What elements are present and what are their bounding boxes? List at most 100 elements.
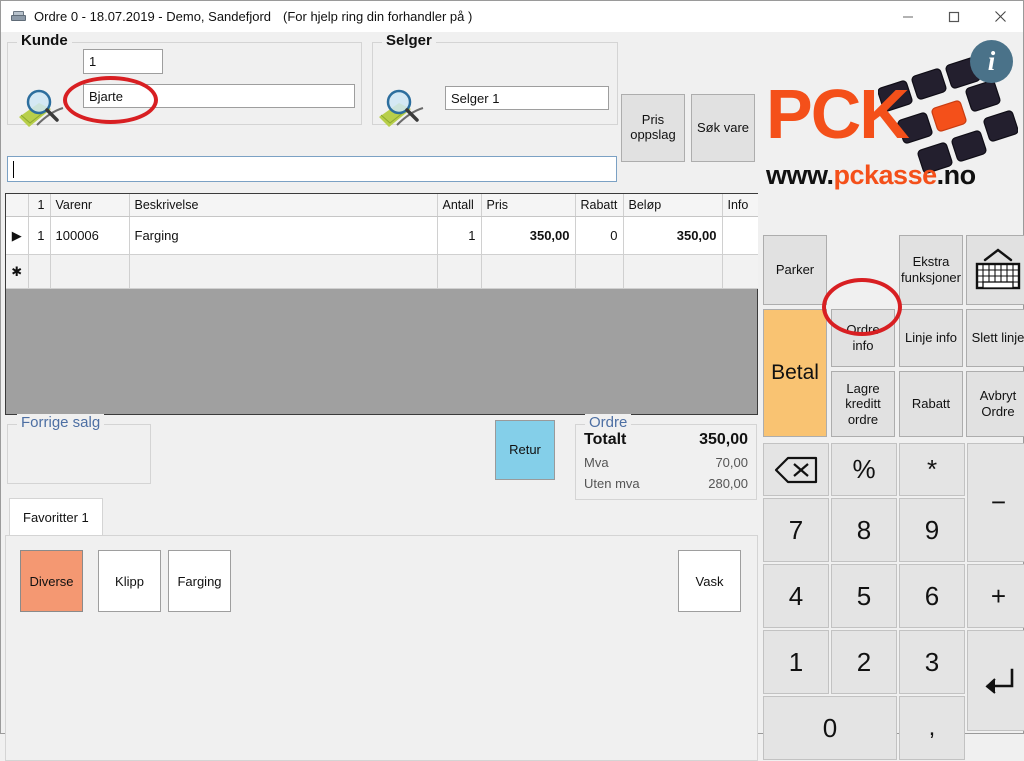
enter-icon	[984, 668, 1013, 694]
pris-oppslag-label-2: oppslag	[630, 127, 676, 142]
keyboard-button[interactable]	[966, 235, 1024, 305]
kunde-search-icon[interactable]	[15, 87, 67, 131]
info-icon[interactable]: i	[970, 40, 1013, 83]
betal-button[interactable]: Betal	[763, 309, 827, 437]
pris-oppslag-button[interactable]: Pris oppslag	[621, 94, 685, 162]
selger-legend: Selger	[382, 32, 436, 49]
new-cell-beskrivelse[interactable]	[129, 254, 438, 289]
percent-key[interactable]: %	[831, 443, 897, 496]
logo-url-www: www.	[766, 160, 834, 190]
slett-linje-button[interactable]: Slett linje	[966, 309, 1024, 367]
new-cell-varenr[interactable]	[50, 254, 130, 289]
ordre-total-value: 350,00	[699, 431, 748, 448]
grid-col-4[interactable]: Pris	[481, 194, 576, 217]
ekstra-funksjoner-button[interactable]: Ekstra funksjoner	[899, 235, 963, 305]
grid-col-6[interactable]: Beløp	[623, 194, 723, 217]
rabatt-button[interactable]: Rabatt	[899, 371, 963, 437]
minus-key[interactable]: −	[967, 443, 1024, 562]
window-help-text: (For hjelp ring din forhandler på )	[283, 9, 473, 24]
tab-favoritter-1[interactable]: Favoritter 1	[9, 498, 103, 536]
forrige-salg-group: Forrige salg	[7, 414, 151, 484]
sok-vare-button[interactable]: Søk vare	[691, 94, 755, 162]
asterisk-key[interactable]: *	[899, 443, 965, 496]
table-new-row[interactable]: ✱	[6, 254, 760, 289]
plus-key[interactable]: +	[967, 564, 1024, 628]
grid-col-1[interactable]: Varenr	[50, 194, 130, 217]
new-cell-antall[interactable]	[437, 254, 482, 289]
parker-button[interactable]: Parker	[763, 235, 827, 305]
table-row[interactable]: ▶ 1 100006 Farging 1 350,00 0 350,00	[6, 216, 760, 255]
cell-info[interactable]	[722, 216, 760, 255]
window-controls	[885, 1, 1023, 32]
selger-search-icon[interactable]	[375, 87, 427, 131]
enter-key[interactable]	[967, 630, 1024, 731]
backspace-key[interactable]	[763, 443, 829, 496]
favoritter-panel: Diverse Klipp Farging Vask	[5, 535, 758, 761]
key-6[interactable]: 6	[899, 564, 965, 628]
comma-key[interactable]: ,	[899, 696, 965, 760]
printer-icon	[11, 10, 27, 24]
left-panel: Kunde 1 Bjarte Selger Selger 1 Pris opps…	[1, 32, 760, 761]
app-window: Ordre 0 - 18.07.2019 - Demo, Sandefjord …	[0, 0, 1024, 761]
grid-col-0[interactable]: 1	[28, 194, 51, 217]
cell-beskrivelse[interactable]: Farging	[129, 216, 438, 255]
lagre-label-2: kreditt	[845, 396, 881, 412]
scan-input[interactable]	[7, 156, 617, 182]
order-lines-grid[interactable]: 1 Varenr Beskrivelse Antall Pris Rabatt …	[5, 193, 760, 415]
cell-belop[interactable]: 350,00	[623, 216, 723, 255]
title-bar: Ordre 0 - 18.07.2019 - Demo, Sandefjord …	[1, 1, 1023, 32]
ordre-utenmva-row: Uten mva 280,00	[584, 476, 748, 491]
grid-col-7[interactable]: Info	[722, 194, 760, 217]
favorite-button-klipp[interactable]: Klipp	[98, 550, 161, 612]
cell-varenr[interactable]: 100006	[50, 216, 130, 255]
favorite-button-diverse[interactable]: Diverse	[20, 550, 83, 612]
linje-info-button[interactable]: Linje info	[899, 309, 963, 367]
favorite-button-farging[interactable]: Farging	[168, 550, 231, 612]
selger-name-input[interactable]: Selger 1	[445, 86, 609, 110]
new-cell-rabatt[interactable]	[575, 254, 624, 289]
key-4[interactable]: 4	[763, 564, 829, 628]
text-caret	[13, 161, 14, 178]
key-5[interactable]: 5	[831, 564, 897, 628]
new-cell-info[interactable]	[722, 254, 760, 289]
new-row-marker: ✱	[6, 254, 29, 289]
key-3[interactable]: 3	[899, 630, 965, 694]
favorite-button-vask[interactable]: Vask	[678, 550, 741, 612]
key-1[interactable]: 1	[763, 630, 829, 694]
key-0[interactable]: 0	[763, 696, 897, 760]
new-row-number	[28, 254, 51, 289]
retur-button[interactable]: Retur	[495, 420, 555, 480]
ordre-info-button[interactable]: Ordre info	[831, 309, 895, 367]
ordre-info-label-1: Ordre	[846, 322, 880, 338]
grid-col-5[interactable]: Rabatt	[575, 194, 624, 217]
cell-rabatt[interactable]: 0	[575, 216, 624, 255]
grid-col-3[interactable]: Antall	[437, 194, 482, 217]
lagre-kreditt-ordre-button[interactable]: Lagre kreditt ordre	[831, 371, 895, 437]
logo-text: PCK	[766, 75, 910, 153]
kunde-number-input[interactable]: 1	[83, 49, 163, 74]
key-8[interactable]: 8	[831, 498, 897, 562]
ordre-info-label-2: info	[852, 338, 874, 353]
keyboard-icon	[975, 248, 1021, 290]
logo-url-name: pckasse	[833, 160, 938, 190]
avbryt-ordre-button[interactable]: Avbryt Ordre	[966, 371, 1024, 437]
maximize-button[interactable]	[931, 1, 977, 32]
minimize-button[interactable]	[885, 1, 931, 32]
brand-logo: PCK www.pckasse.no i	[758, 32, 1024, 198]
right-panel: PCK www.pckasse.no i Parker Ekstra funks…	[758, 32, 1024, 760]
new-cell-pris[interactable]	[481, 254, 576, 289]
new-cell-belop[interactable]	[623, 254, 723, 289]
key-9[interactable]: 9	[899, 498, 965, 562]
grid-col-2[interactable]: Beskrivelse	[129, 194, 438, 217]
row-number: 1	[28, 216, 51, 255]
cell-antall[interactable]: 1	[437, 216, 482, 255]
key-2[interactable]: 2	[831, 630, 897, 694]
cell-pris[interactable]: 350,00	[481, 216, 576, 255]
forrige-salg-legend: Forrige salg	[17, 414, 105, 431]
close-button[interactable]	[977, 1, 1023, 32]
key-7[interactable]: 7	[763, 498, 829, 562]
ordre-mva-label: Mva	[584, 455, 609, 470]
ordre-total-label: Totalt	[584, 431, 627, 448]
kunde-name-input[interactable]: Bjarte	[83, 84, 355, 108]
ordre-total-row: Totalt 350,00	[584, 431, 748, 449]
